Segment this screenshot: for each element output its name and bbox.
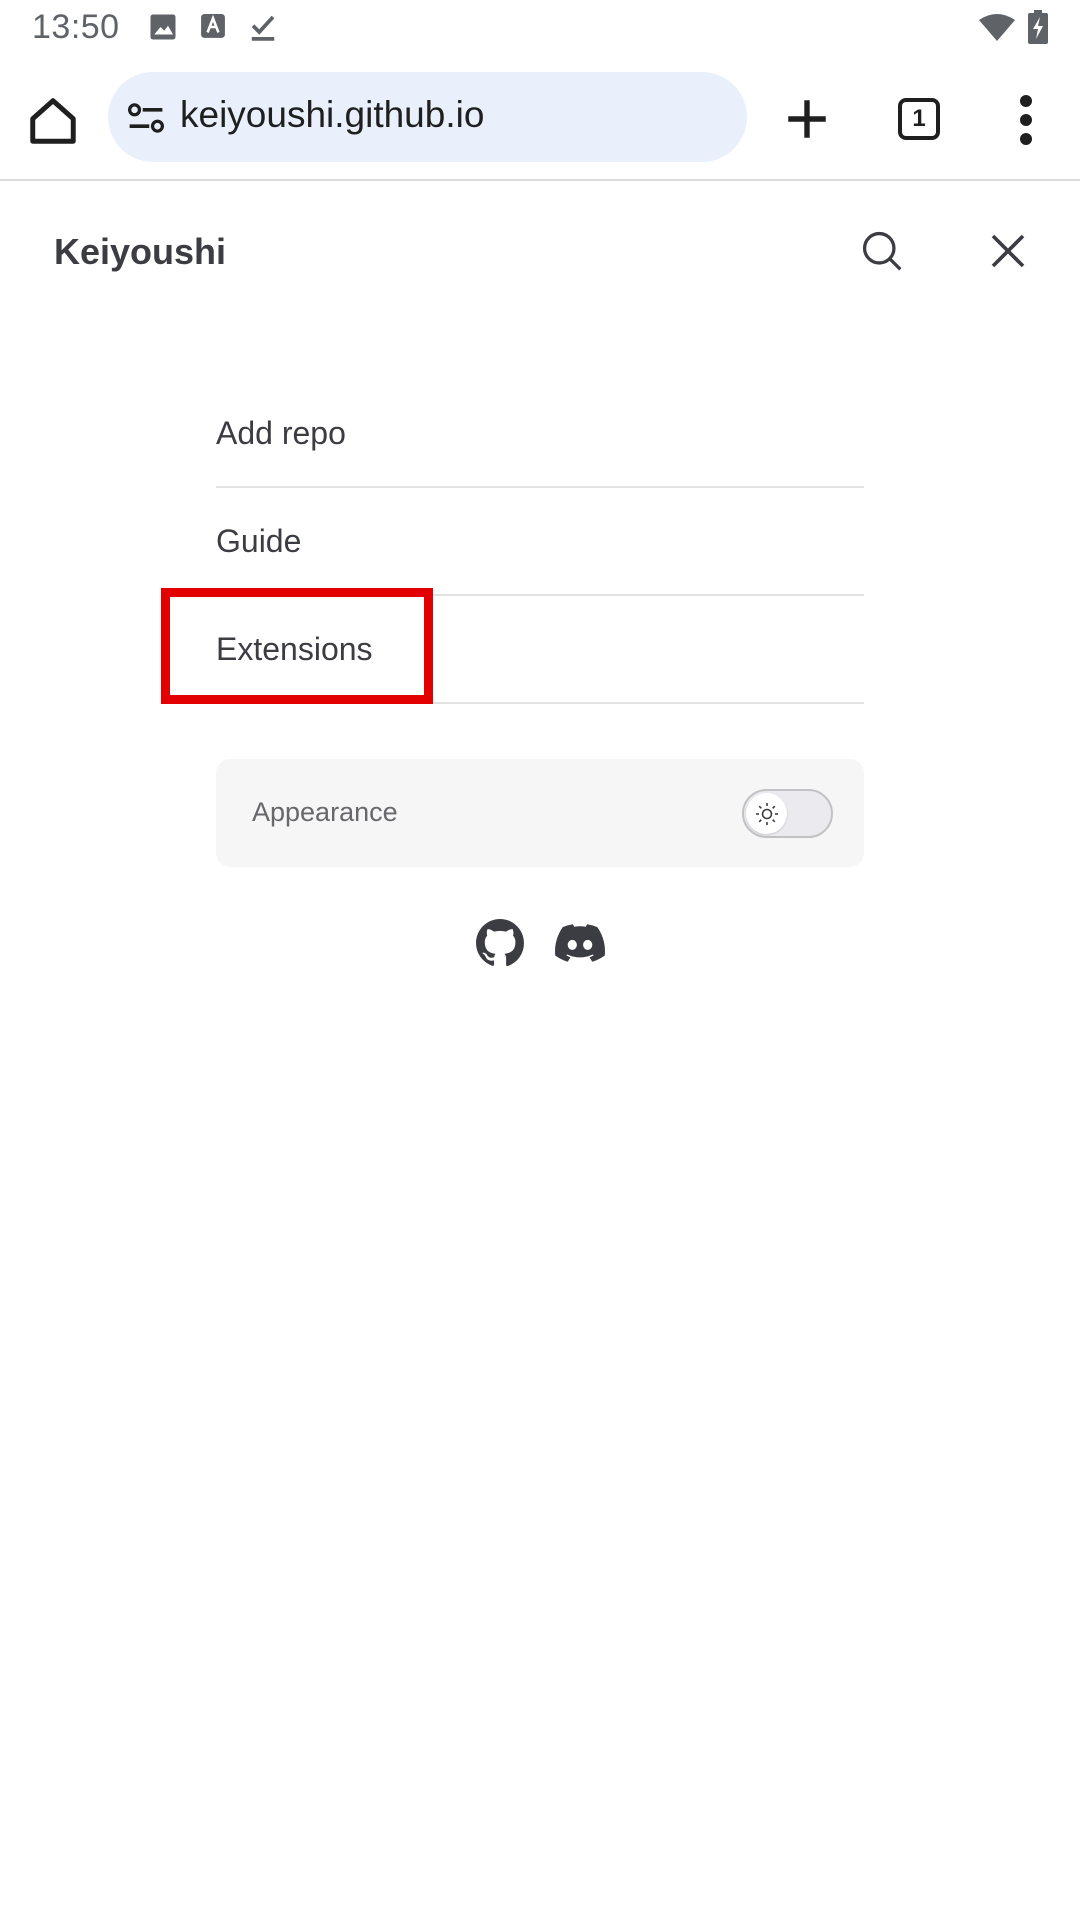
download-done-icon	[251, 15, 275, 41]
plus-icon[interactable]	[782, 94, 832, 144]
url-bar[interactable]: keiyoushi.github.io	[108, 72, 747, 162]
font-icon	[201, 14, 225, 38]
nav-item-guide[interactable]: Guide	[216, 488, 864, 596]
site-title[interactable]: Keiyoushi	[54, 231, 226, 273]
highlight-box	[161, 588, 433, 704]
appearance-panel: Appearance	[216, 759, 864, 867]
site-header: Keiyoushi	[0, 181, 1080, 321]
status-bar: 13:50	[0, 0, 1080, 58]
sun-icon	[755, 802, 778, 825]
discord-icon[interactable]	[555, 918, 605, 968]
nav-item-add-repo[interactable]: Add repo	[216, 380, 864, 488]
nav-item-label: Add repo	[216, 414, 346, 451]
home-icon[interactable]	[26, 94, 80, 148]
toggle-knob	[746, 793, 787, 834]
search-icon[interactable]	[860, 229, 904, 273]
status-time: 13:50	[32, 8, 120, 46]
nav-item-label: Guide	[216, 522, 302, 559]
appearance-toggle[interactable]	[742, 789, 833, 838]
tune-icon[interactable]	[126, 100, 166, 136]
image-icon	[150, 14, 176, 40]
tab-count: 1	[912, 105, 926, 132]
wifi-icon	[979, 14, 1015, 41]
url-text: keiyoushi.github.io	[180, 94, 485, 135]
browser-toolbar: keiyoushi.github.io 1	[0, 58, 1080, 181]
tabs-icon[interactable]: 1	[898, 98, 940, 140]
close-icon[interactable]	[988, 231, 1028, 271]
battery-charging-icon	[1028, 10, 1048, 44]
github-icon[interactable]	[475, 918, 525, 968]
appearance-label: Appearance	[252, 797, 398, 827]
more-vert-icon[interactable]	[1014, 94, 1038, 146]
